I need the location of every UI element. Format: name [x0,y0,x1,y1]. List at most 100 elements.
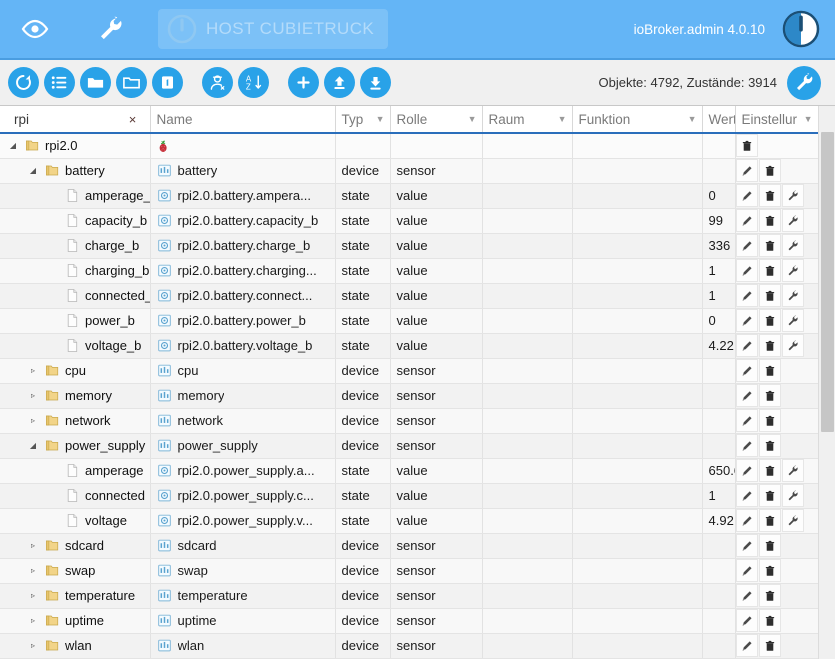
tree-cell[interactable]: ▹ sdcard [0,533,151,559]
tree-cell[interactable]: ▹ cpu [0,358,151,384]
settings-button[interactable] [781,509,804,532]
column-header-typ[interactable]: Typ ▼ [335,106,391,134]
settings-button[interactable] [781,334,804,357]
table-row[interactable]: ▹ cpu cpu device sensor [0,358,819,384]
tree-cell[interactable]: amperage_b [0,183,151,209]
delete-button[interactable] [758,234,781,257]
delete-button[interactable] [758,259,781,282]
table-row[interactable]: charge_b rpi2.0.battery.charge_b state valu… [0,233,819,259]
tree-cell[interactable]: connected [0,483,151,509]
edit-button[interactable] [735,434,758,457]
name-filter-header[interactable]: rpi × [0,106,151,134]
expand-twisty-icon[interactable]: ▹ [26,414,40,428]
delete-button[interactable] [758,559,781,582]
column-header-rolle[interactable]: Rolle ▼ [390,106,483,134]
expand-twisty-icon[interactable]: ▹ [26,614,40,628]
host-button[interactable]: HOST CUBIETRUCK [158,9,389,49]
expand-twisty-icon[interactable]: ▹ [26,389,40,403]
collapse-all-button[interactable] [80,67,111,98]
tree-cell[interactable]: connected_b [0,283,151,309]
clear-filter-icon[interactable]: × [122,112,144,127]
logout-power-icon[interactable] [779,7,823,51]
collapse-twisty-icon[interactable]: ◢ [26,439,40,453]
expand-twisty-icon[interactable]: ▹ [26,564,40,578]
tree-cell[interactable]: capacity_b [0,208,151,234]
edit-button[interactable] [735,234,758,257]
settings-button[interactable] [781,259,804,282]
vertical-scrollbar[interactable] [818,106,835,659]
delete-button[interactable] [758,534,781,557]
expand-one-level-button[interactable] [152,67,183,98]
edit-button[interactable] [735,384,758,407]
table-row[interactable]: connected rpi2.0.power_supply.c... state va… [0,483,819,509]
edit-button[interactable] [735,584,758,607]
delete-button[interactable] [735,134,758,157]
delete-button[interactable] [758,284,781,307]
edit-button[interactable] [735,309,758,332]
edit-button[interactable] [735,634,758,657]
tree-cell[interactable]: ▹ temperature [0,583,151,609]
tree-cell[interactable]: voltage [0,508,151,534]
edit-button[interactable] [735,484,758,507]
collapse-twisty-icon[interactable]: ◢ [6,139,20,153]
settings-button[interactable] [781,209,804,232]
edit-button[interactable] [735,334,758,357]
filter-input[interactable]: rpi [6,112,122,127]
tree-cell[interactable]: charge_b [0,233,151,259]
table-row[interactable]: ▹ temperature temperature device sensor [0,583,819,609]
table-row[interactable]: ◢ rpi2.0 [0,133,819,159]
table-row[interactable]: voltage_b rpi2.0.battery.voltage_b state va… [0,333,819,359]
table-row[interactable]: amperage rpi2.0.power_supply.a... state val… [0,458,819,484]
edit-button[interactable] [735,209,758,232]
expand-twisty-icon[interactable]: ▹ [26,589,40,603]
tree-cell[interactable]: ▹ swap [0,558,151,584]
refresh-button[interactable] [8,67,39,98]
settings-button[interactable] [787,65,821,100]
edit-button[interactable] [735,409,758,432]
table-row[interactable]: ◢ power_supply power_supply device sensor [0,433,819,459]
tree-cell[interactable]: ◢ battery [0,158,151,184]
expand-twisty-icon[interactable]: ▹ [26,639,40,653]
tree-cell[interactable]: charging_b [0,258,151,284]
delete-button[interactable] [758,634,781,657]
edit-button[interactable] [735,184,758,207]
settings-button[interactable] [781,284,804,307]
edit-button[interactable] [735,459,758,482]
edit-button[interactable] [735,609,758,632]
table-row[interactable]: ▹ wlan wlan device sensor [0,633,819,659]
tree-cell[interactable]: ▹ uptime [0,608,151,634]
table-row[interactable]: capacity_b rpi2.0.battery.capacity_b state… [0,208,819,234]
scrollbar-thumb[interactable] [821,132,834,432]
eye-icon[interactable] [12,6,58,52]
edit-button[interactable] [735,509,758,532]
settings-button[interactable] [781,234,804,257]
tree-cell[interactable]: ◢ power_supply [0,433,151,459]
delete-button[interactable] [758,184,781,207]
delete-button[interactable] [758,309,781,332]
table-row[interactable]: ▹ sdcard sdcard device sensor [0,533,819,559]
table-row[interactable]: ▹ uptime uptime device sensor [0,608,819,634]
settings-button[interactable] [781,459,804,482]
delete-button[interactable] [758,384,781,407]
tree-cell[interactable]: amperage [0,458,151,484]
add-object-button[interactable] [288,67,319,98]
column-header-funktion[interactable]: Funktion ▼ [572,106,703,134]
table-row[interactable]: ▹ memory memory device sensor [0,383,819,409]
edit-button[interactable] [735,284,758,307]
expand-all-button[interactable] [116,67,147,98]
edit-button[interactable] [735,259,758,282]
column-header-raum[interactable]: Raum ▼ [482,106,573,134]
column-header-name[interactable]: Name [150,106,336,134]
expand-twisty-icon[interactable]: ▹ [26,364,40,378]
delete-button[interactable] [758,409,781,432]
table-row[interactable]: ▹ swap swap device sensor [0,558,819,584]
tree-cell[interactable]: voltage_b [0,333,151,359]
table-row[interactable]: connected_b rpi2.0.battery.connect... stat… [0,283,819,309]
collapse-twisty-icon[interactable]: ◢ [26,164,40,178]
delete-button[interactable] [758,509,781,532]
delete-button[interactable] [758,459,781,482]
table-row[interactable]: ◢ battery battery device sensor [0,158,819,184]
delete-button[interactable] [758,359,781,382]
tree-cell[interactable]: power_b [0,308,151,334]
edit-button[interactable] [735,534,758,557]
